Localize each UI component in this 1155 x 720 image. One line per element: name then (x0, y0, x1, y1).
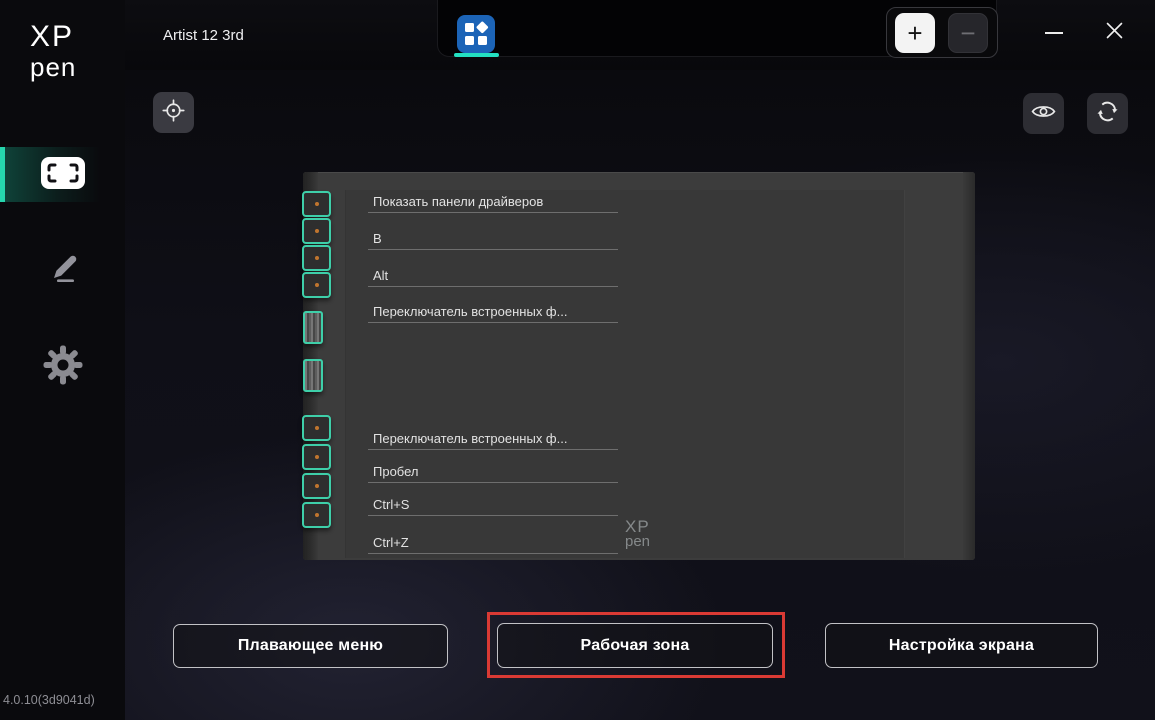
shortcut-key-5[interactable] (302, 415, 331, 441)
close-icon (1106, 22, 1123, 44)
display-setting-button[interactable]: Настройка экрана (825, 623, 1098, 668)
shortcut-key-2[interactable] (302, 218, 331, 244)
gear-icon (42, 344, 84, 391)
driver-version: 4.0.10(3d9041d) (3, 693, 95, 707)
key-dot-icon (315, 426, 319, 430)
key-binding-row[interactable]: Переключатель встроенных ф... (368, 302, 618, 323)
key-binding-row[interactable]: Ctrl+Z (368, 533, 618, 554)
work-area-icon (40, 156, 86, 195)
key-binding-row[interactable]: Alt (368, 266, 618, 287)
watermark-line2: pen (625, 535, 650, 549)
crosshair-icon (162, 99, 185, 127)
logo-line1: XP (30, 22, 76, 52)
refresh-icon (1096, 100, 1119, 128)
sidebar-item-work-area[interactable] (0, 150, 125, 200)
roller-2[interactable] (303, 359, 323, 392)
minimize-icon (1045, 32, 1063, 34)
close-button[interactable] (1096, 16, 1132, 50)
device-tab[interactable] (457, 15, 495, 53)
shortcut-key-6[interactable] (302, 444, 331, 470)
key-dot-icon (315, 513, 319, 517)
logo-line2: pen (30, 54, 76, 80)
key-dot-icon (315, 283, 319, 287)
shortcut-key-3[interactable] (302, 245, 331, 271)
key-dot-icon (315, 256, 319, 260)
remove-device-button[interactable]: − (948, 13, 988, 53)
work-area-button[interactable]: Рабочая зона (497, 623, 773, 668)
refresh-button[interactable] (1087, 93, 1128, 134)
shortcut-key-7[interactable] (302, 473, 331, 499)
xppen-logo: XP pen (30, 22, 76, 80)
tablet-right-edge (963, 172, 975, 560)
xppen-driver-window: XP pen (0, 0, 1155, 720)
floating-menu-button[interactable]: Плавающее меню (173, 624, 448, 668)
roller-1[interactable] (303, 311, 323, 344)
key-binding-row[interactable]: Ctrl+S (368, 495, 618, 516)
sidebar-item-pen[interactable] (0, 245, 125, 295)
key-dot-icon (315, 229, 319, 233)
key-dot-icon (315, 202, 319, 206)
shortcut-key-4[interactable] (302, 272, 331, 298)
key-dot-icon (315, 484, 319, 488)
locate-tablet-button[interactable] (153, 92, 194, 133)
xppen-watermark: XP pen (625, 519, 650, 549)
key-dot-icon (315, 455, 319, 459)
key-binding-row[interactable]: B (368, 229, 618, 250)
sidebar-item-settings[interactable] (0, 342, 125, 392)
key-binding-row[interactable]: Переключатель встроенных ф... (368, 429, 618, 450)
device-name: Artist 12 3rd (163, 27, 244, 44)
shortcut-key-1[interactable] (302, 191, 331, 217)
add-device-button[interactable]: + (895, 13, 935, 53)
preview-keys-button[interactable] (1023, 93, 1064, 134)
eye-icon (1031, 103, 1056, 125)
key-binding-row[interactable]: Показать панели драйверов (368, 192, 618, 213)
pen-icon (43, 248, 83, 293)
minimize-button[interactable] (1036, 22, 1072, 44)
key-binding-row[interactable]: Пробел (368, 462, 618, 483)
shortcut-key-8[interactable] (302, 502, 331, 528)
active-tab-indicator (454, 53, 499, 57)
